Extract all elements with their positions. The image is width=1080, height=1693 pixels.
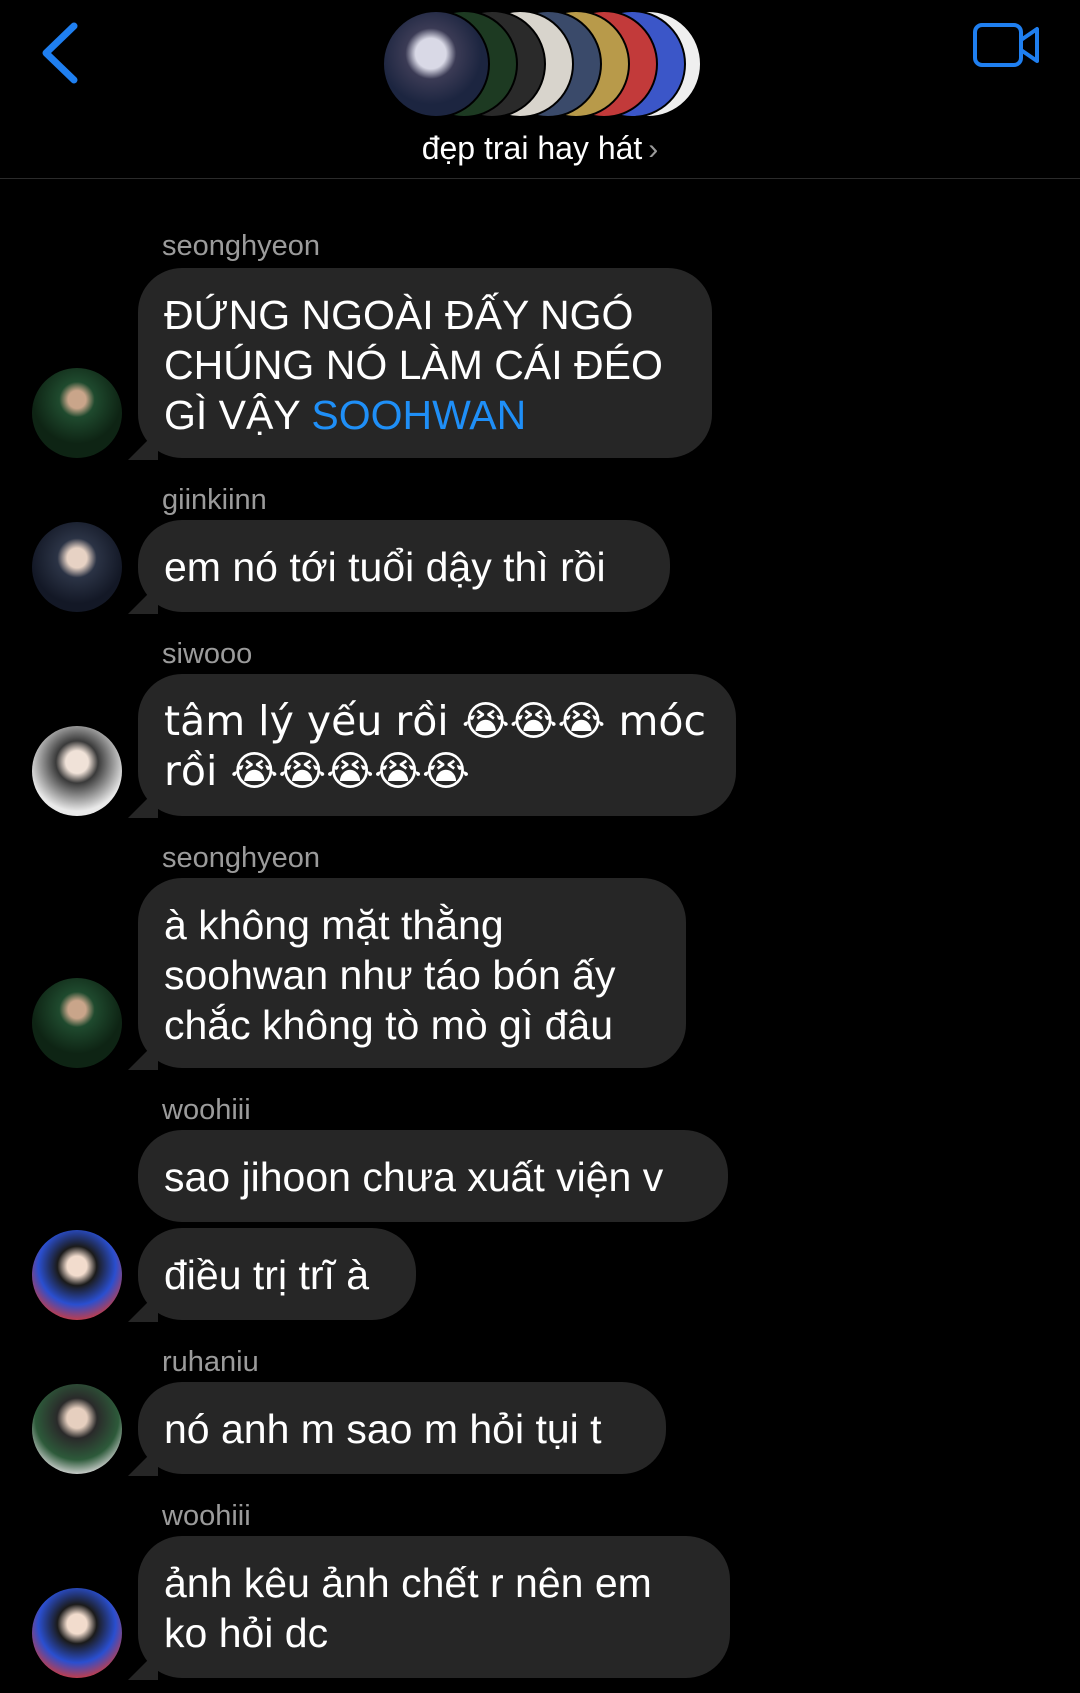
group-member-avatar xyxy=(382,10,490,118)
sender-name: woohiii xyxy=(162,1500,251,1532)
mention-link[interactable]: SOOHWAN xyxy=(311,392,526,438)
message-bubble[interactable]: điều trị trĩ à xyxy=(138,1228,416,1320)
video-call-button[interactable] xyxy=(972,22,1042,68)
sender-name: ruhaniu xyxy=(162,1346,259,1378)
message-bubble[interactable]: sao jihoon chưa xuất viện v xyxy=(138,1130,728,1222)
avatar[interactable] xyxy=(32,978,122,1068)
avatar[interactable] xyxy=(32,1230,122,1320)
sender-name: giinkiinn xyxy=(162,484,267,516)
group-name: đẹp trai hay hát xyxy=(421,130,643,166)
back-button[interactable] xyxy=(36,18,96,88)
message-bubble[interactable]: ảnh kêu ảnh chết r nên em ko hỏi dc xyxy=(138,1536,730,1678)
sender-name: woohiii xyxy=(162,1094,251,1126)
avatar[interactable] xyxy=(32,368,122,458)
avatar[interactable] xyxy=(32,522,122,612)
sender-name: siwooo xyxy=(162,638,253,670)
message-text: à không mặt thằng soohwan như táo bón ấy… xyxy=(164,902,616,1048)
avatar[interactable] xyxy=(32,1588,122,1678)
message-text: điều trị trĩ à xyxy=(164,1252,370,1298)
message-text: ảnh kêu ảnh chết r nên em ko hỏi dc xyxy=(164,1560,652,1656)
sender-name: seonghyeon xyxy=(162,230,321,262)
message-text: sao jihoon chưa xuất viện v xyxy=(164,1154,664,1200)
message-bubble[interactable]: nó anh m sao m hỏi tụi t xyxy=(138,1382,666,1474)
video-camera-icon xyxy=(973,23,1039,67)
group-avatar-stack[interactable] xyxy=(382,10,702,118)
chevron-right-icon: › xyxy=(648,133,659,166)
message-bubble[interactable]: à không mặt thằng soohwan như táo bón ấy… xyxy=(138,878,686,1068)
message-text: em nó tới tuổi dậy thì rồi xyxy=(164,544,606,590)
chevron-left-icon xyxy=(42,22,78,84)
message-bubble[interactable]: em nó tới tuổi dậy thì rồi xyxy=(138,520,670,612)
message-bubble[interactable]: ĐỨNG NGOÀI ĐẤY NGÓ CHÚNG NÓ LÀM CÁI ĐÉO … xyxy=(138,268,712,458)
sender-name: seonghyeon xyxy=(162,842,321,874)
chat-header: đẹp trai hay hát › xyxy=(0,0,1080,179)
avatar[interactable] xyxy=(32,726,122,816)
avatar[interactable] xyxy=(32,1384,122,1474)
group-title[interactable]: đẹp trai hay hát › xyxy=(0,130,1080,167)
message-bubble[interactable]: tâm lý yếu rồi 😭😭😭 móc rồi 😭😭😭😭😭 xyxy=(138,674,736,816)
message-text: nó anh m sao m hỏi tụi t xyxy=(164,1406,602,1452)
message-text: tâm lý yếu rồi 😭😭😭 móc rồi 😭😭😭😭😭 xyxy=(164,697,707,795)
